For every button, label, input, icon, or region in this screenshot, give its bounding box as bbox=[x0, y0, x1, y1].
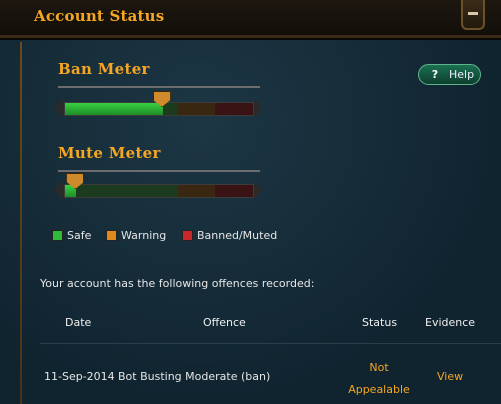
ban-meter-fill bbox=[65, 103, 163, 115]
mute-meter-heading: Mute Meter bbox=[58, 144, 161, 162]
legend-banned-muted-label: Banned/Muted bbox=[197, 229, 278, 242]
warning-swatch bbox=[106, 230, 117, 241]
ban-meter bbox=[54, 91, 262, 117]
account-status-panel: Account Status Ban Meter ? Help Mute Met… bbox=[0, 0, 501, 404]
legend-warning: Warning bbox=[106, 229, 166, 242]
window-title: Account Status bbox=[34, 7, 165, 25]
title-bar: Account Status bbox=[0, 0, 501, 38]
offence-status-line: Appealable bbox=[348, 383, 410, 396]
mute-meter bbox=[54, 173, 262, 199]
help-button[interactable]: ? Help bbox=[418, 64, 481, 85]
view-evidence-link[interactable]: View bbox=[437, 370, 463, 383]
offence-status: Not Appealable bbox=[337, 357, 421, 401]
offence-date: 11-Sep-2014 bbox=[44, 370, 115, 383]
legend-safe: Safe bbox=[52, 229, 91, 242]
offence-description: Bot Busting Moderate (ban) bbox=[118, 370, 271, 383]
offence-status-line: Not bbox=[369, 361, 389, 374]
ban-meter-heading: Ban Meter bbox=[58, 60, 150, 78]
legend-safe-label: Safe bbox=[67, 229, 92, 242]
offences-intro: Your account has the following offences … bbox=[40, 277, 315, 290]
table-header-divider bbox=[40, 343, 501, 344]
collapse-button[interactable] bbox=[461, 0, 485, 30]
ban-meter-underline bbox=[58, 86, 260, 88]
safe-swatch bbox=[52, 230, 63, 241]
column-header-date: Date bbox=[65, 316, 92, 329]
help-button-label: Help bbox=[449, 68, 475, 81]
column-header-status: Status bbox=[362, 316, 398, 329]
banned-zone bbox=[215, 103, 253, 115]
warning-zone bbox=[177, 185, 216, 197]
mute-meter-underline bbox=[58, 170, 260, 172]
legend-warning-label: Warning bbox=[121, 229, 167, 242]
legend-banned-muted: Banned/Muted bbox=[182, 229, 277, 242]
column-header-offence: Offence bbox=[203, 316, 246, 329]
warning-zone bbox=[177, 103, 216, 115]
banned-muted-swatch bbox=[182, 230, 193, 241]
mute-meter-track bbox=[64, 184, 254, 198]
question-mark-icon: ? bbox=[431, 67, 439, 81]
left-rail-divider bbox=[20, 42, 22, 404]
column-header-evidence: Evidence bbox=[425, 316, 476, 329]
muted-zone bbox=[215, 185, 253, 197]
minus-icon bbox=[468, 12, 478, 15]
safe-zone bbox=[65, 185, 178, 197]
